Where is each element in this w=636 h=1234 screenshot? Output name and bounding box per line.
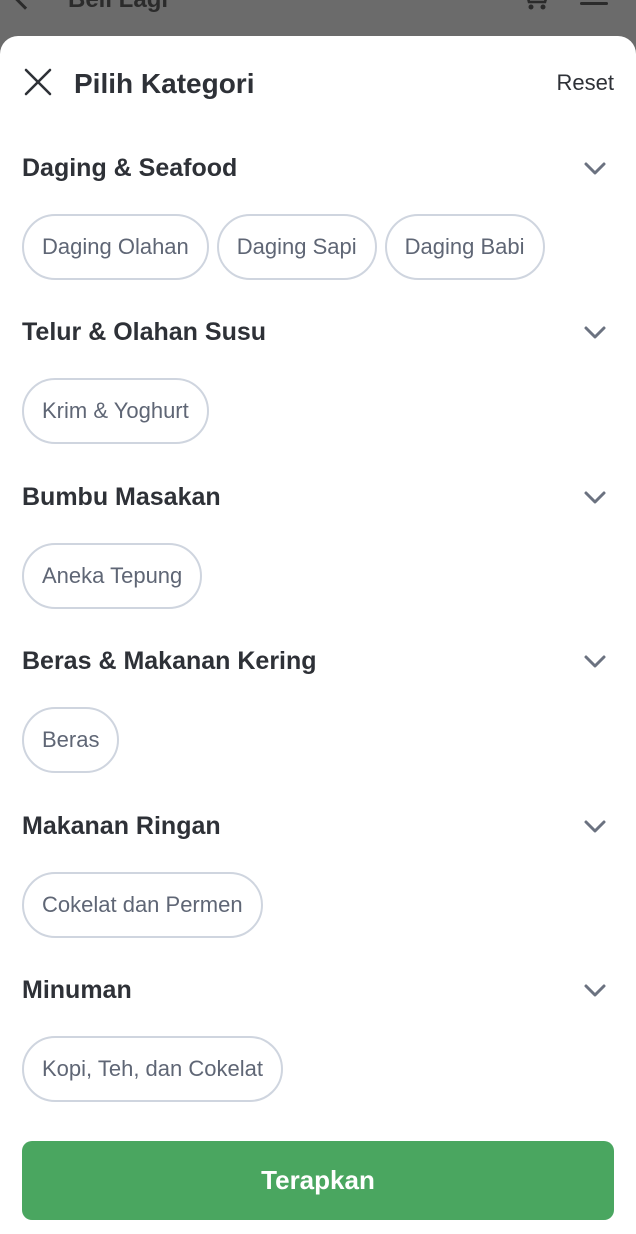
category-title: Beras & Makanan Kering — [22, 647, 317, 676]
close-icon[interactable] — [20, 64, 56, 100]
chevron-down-icon — [584, 655, 606, 668]
chip-daging-olahan[interactable]: Daging Olahan — [22, 214, 209, 280]
category-filter-sheet: Pilih Kategori Reset Daging & Seafood Da… — [0, 36, 636, 1234]
background-page-title: Beli Lagi — [68, 0, 168, 14]
chip-group: Cokelat dan Permen — [22, 871, 263, 938]
category-title: Bumbu Masakan — [22, 482, 221, 511]
category-section: Beras & Makanan Kering Beras — [0, 629, 636, 793]
chip-group: Krim & Yoghurt — [22, 378, 209, 445]
chip-beras[interactable]: Beras — [22, 707, 120, 774]
apply-button[interactable]: Terapkan — [22, 1141, 614, 1220]
chevron-down-icon — [584, 820, 606, 833]
chip-daging-babi[interactable]: Daging Babi — [384, 214, 545, 280]
category-list: Daging & Seafood Daging Olahan Daging Sa… — [0, 136, 636, 1122]
back-arrow-icon[interactable] — [12, 0, 38, 10]
chip-daging-sapi[interactable]: Daging Sapi — [216, 214, 377, 280]
chip-group: Aneka Tepung — [22, 542, 203, 609]
chevron-down-icon — [584, 326, 606, 339]
category-title: Telur & Olahan Susu — [22, 318, 267, 347]
category-title: Minuman — [22, 975, 132, 1004]
category-header-bumbu-masakan[interactable]: Bumbu Masakan — [0, 465, 636, 529]
chip-krim-yoghurt[interactable]: Krim & Yoghurt — [22, 378, 209, 445]
chevron-down-icon — [584, 491, 606, 504]
chip-aneka-tepung[interactable]: Aneka Tepung — [22, 542, 203, 609]
category-header-beras-makanan-kering[interactable]: Beras & Makanan Kering — [0, 629, 636, 693]
category-header-makanan-ringan[interactable]: Makanan Ringan — [0, 794, 636, 858]
reset-button[interactable]: Reset — [557, 70, 614, 96]
chevron-down-icon — [584, 984, 606, 997]
sheet-header: Pilih Kategori Reset — [0, 36, 636, 136]
chip-kopi-teh-cokelat[interactable]: Kopi, Teh, dan Cokelat — [22, 1035, 283, 1102]
menu-icon[interactable] — [580, 2, 608, 5]
category-section: Bumbu Masakan Aneka Tepung — [0, 465, 636, 629]
chip-group: Beras — [22, 707, 120, 774]
chip-cokelat-dan-permen[interactable]: Cokelat dan Permen — [22, 871, 263, 938]
chip-group: Kopi, Teh, dan Cokelat — [22, 1035, 283, 1102]
category-header-telur-olahan-susu[interactable]: Telur & Olahan Susu — [0, 300, 636, 364]
category-header-minuman[interactable]: Minuman — [0, 958, 636, 1022]
chevron-down-icon — [584, 162, 606, 175]
category-section: Minuman Kopi, Teh, dan Cokelat — [0, 958, 636, 1122]
category-title: Daging & Seafood — [22, 154, 238, 182]
cart-icon[interactable] — [520, 0, 550, 10]
category-section: Daging & Seafood Daging Olahan Daging Sa… — [0, 136, 636, 300]
chip-group: Daging Olahan Daging Sapi Daging Babi — [22, 214, 545, 280]
category-header-daging-seafood[interactable]: Daging & Seafood — [0, 136, 636, 200]
category-section: Makanan Ringan Cokelat dan Permen — [0, 794, 636, 958]
sheet-title: Pilih Kategori — [74, 68, 255, 99]
category-section: Telur & Olahan Susu Krim & Yoghurt — [0, 300, 636, 464]
category-title: Makanan Ringan — [22, 811, 221, 840]
